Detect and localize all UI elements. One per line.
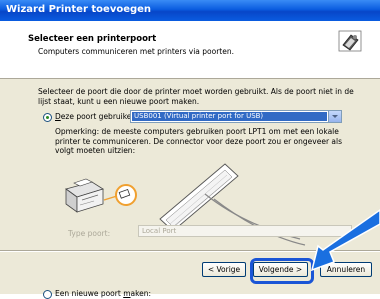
wizard-window: Wizard Printer toevoegen Selecteer een p…: [0, 0, 380, 299]
arrow-pointer-icon: [310, 209, 380, 272]
